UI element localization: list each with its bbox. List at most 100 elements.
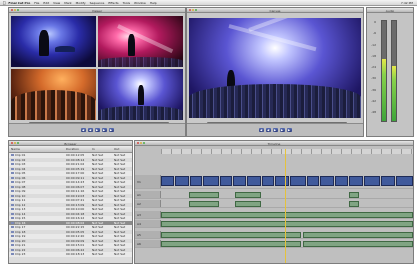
multiclip-angle-3[interactable] — [11, 69, 96, 120]
video-clip[interactable] — [290, 176, 306, 186]
audio-clip[interactable] — [161, 241, 301, 247]
browser-cell-duration-text: 00:00:18:13 — [66, 252, 85, 257]
audio-clip[interactable] — [189, 192, 219, 198]
timeline-titlebar[interactable]: Timeline — [135, 141, 413, 146]
browser-cell-duration-text: 00:00:09:11 — [66, 175, 85, 180]
browser-titlebar[interactable]: Browser — [9, 141, 132, 146]
meter-scale-label: -30 — [371, 76, 376, 81]
menu-modify[interactable]: Modify — [76, 1, 86, 5]
menu-file[interactable]: File — [34, 1, 39, 5]
browser-cell-duration: 00:00:11:16 — [64, 189, 90, 193]
video-clip[interactable] — [364, 176, 380, 186]
clip-icon — [11, 181, 14, 184]
menu-effects[interactable]: Effects — [108, 1, 118, 5]
track-header-v1[interactable]: V1 — [135, 175, 161, 188]
track-header-a1[interactable]: A1 — [135, 191, 161, 198]
audio-clip[interactable] — [161, 212, 413, 218]
menu-help[interactable]: Help — [150, 1, 157, 5]
crowd-silhouette — [11, 90, 96, 120]
timeline-ruler[interactable] — [161, 149, 413, 154]
video-clip[interactable] — [175, 176, 189, 186]
meter-scale-label: -42 — [371, 99, 376, 104]
audio-clip[interactable] — [303, 232, 413, 238]
audio-clip[interactable] — [349, 192, 359, 198]
menu-bar:  Final Cut Pro File Edit View Mark Modi… — [0, 0, 417, 6]
video-clip[interactable] — [220, 176, 232, 186]
play-button[interactable]: ▶ — [272, 128, 278, 132]
browser-cell-name: Clip 21 — [9, 243, 64, 247]
play-forward-button[interactable]: ▶ — [101, 128, 107, 132]
browser-cell-duration-text: 00:00:06:22 — [66, 247, 85, 252]
column-header-name[interactable]: Name — [9, 147, 64, 151]
track-header-a3[interactable]: A3 — [135, 211, 161, 218]
next-edit-button[interactable]: ▶ — [286, 128, 292, 132]
apple-menu-icon[interactable]:  — [3, 0, 5, 5]
browser-cell-duration-text: 00:00:08:14 — [66, 157, 85, 162]
browser-row[interactable]: Clip 23 00:00:18:13 Not Set Not Set — [9, 252, 132, 257]
menu-edit[interactable]: Edit — [43, 1, 49, 5]
menu-tools[interactable]: Tools — [123, 1, 130, 5]
menu-app-name[interactable]: Final Cut Pro — [8, 1, 30, 5]
meters-titlebar[interactable]: Audio — [367, 8, 413, 13]
video-clip[interactable] — [335, 176, 348, 186]
audio-clip[interactable] — [235, 201, 261, 207]
video-clip[interactable] — [396, 176, 413, 186]
audio-clip[interactable] — [349, 201, 359, 207]
play-forward-button[interactable]: ▶ — [279, 128, 285, 132]
video-clip[interactable] — [203, 176, 219, 186]
menu-mark[interactable]: Mark — [64, 1, 71, 5]
column-header-in[interactable]: In — [90, 147, 112, 151]
browser-cell-name-text: Clip 06 — [15, 175, 26, 180]
prev-edit-button[interactable]: ◀ — [258, 128, 264, 132]
video-clip[interactable] — [381, 176, 395, 186]
browser-cell-out-text: Not Set — [114, 225, 126, 230]
audio-clip[interactable] — [161, 221, 413, 227]
video-clip[interactable] — [307, 176, 319, 186]
multiclip-angle-1[interactable] — [11, 16, 96, 67]
menu-window[interactable]: Window — [134, 1, 146, 5]
play-reverse-button[interactable]: ◀ — [265, 128, 271, 132]
track-header-a5[interactable]: A5 — [135, 231, 161, 238]
audio-clip[interactable] — [303, 241, 413, 247]
video-clip[interactable] — [349, 176, 363, 186]
video-clip[interactable] — [161, 176, 174, 186]
browser-cell-in: Not Set — [90, 230, 112, 234]
browser-cell-out: Not Set — [112, 180, 132, 184]
video-clip[interactable] — [262, 176, 274, 186]
column-header-out[interactable]: Out — [112, 147, 132, 151]
multiclip-angle-4[interactable] — [98, 69, 183, 120]
prev-edit-button[interactable]: ◀ — [80, 128, 86, 132]
menu-sequence[interactable]: Sequence — [90, 1, 105, 5]
timeline-playhead[interactable] — [285, 149, 286, 263]
browser-cell-duration-text: 00:00:04:18 — [66, 211, 85, 216]
browser-cell-out: Not Set — [112, 221, 132, 225]
audio-clip[interactable] — [161, 232, 301, 238]
viewer-window: Viewer ◀ ◀ ▶ ▶ ▶ — [8, 7, 186, 137]
audio-clip[interactable] — [235, 192, 261, 198]
video-clip[interactable] — [320, 176, 334, 186]
light-beam — [248, 18, 335, 32]
canvas-titlebar[interactable]: Canvas — [187, 8, 363, 13]
browser-cell-name: Clip 23 — [9, 252, 64, 256]
video-clip[interactable] — [233, 176, 246, 186]
video-clip[interactable] — [275, 176, 289, 186]
video-clip[interactable] — [247, 176, 261, 186]
browser-cell-duration: 00:00:12:05 — [64, 153, 90, 157]
canvas-video-frame[interactable] — [189, 18, 361, 118]
track-header-a6[interactable]: A6 — [135, 240, 161, 247]
next-edit-button[interactable]: ▶ — [108, 128, 114, 132]
track-header-a2[interactable]: A2 — [135, 200, 161, 207]
column-header-duration[interactable]: Duration — [64, 147, 90, 151]
video-clip[interactable] — [190, 176, 202, 186]
track-header-a4[interactable]: A4 — [135, 220, 161, 227]
browser-cell-name-text: Clip 03 — [15, 162, 26, 167]
audio-clip[interactable] — [189, 201, 219, 207]
multiclip-angle-2[interactable] — [98, 16, 183, 67]
play-button[interactable]: ▶ — [94, 128, 100, 132]
browser-cell-duration: 00:00:22:15 — [64, 225, 90, 229]
play-reverse-button[interactable]: ◀ — [87, 128, 93, 132]
viewer-titlebar[interactable]: Viewer — [9, 8, 185, 13]
menu-view[interactable]: View — [53, 1, 60, 5]
browser-cell-name-text: Clip 07 — [15, 180, 26, 185]
browser-cell-in-text: Not Set — [92, 243, 104, 248]
